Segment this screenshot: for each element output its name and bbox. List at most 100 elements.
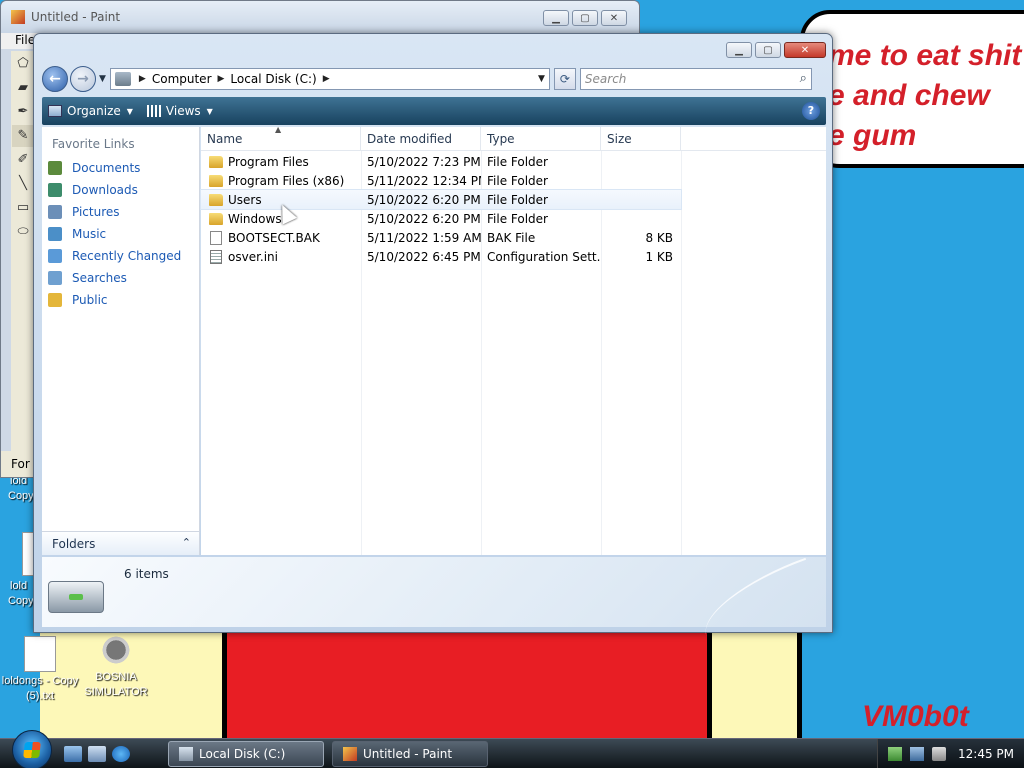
favorite-link[interactable]: Searches	[42, 267, 199, 289]
file-name-cell: BOOTSECT.BAK	[201, 230, 361, 245]
pencil-icon[interactable]: ✎	[12, 125, 34, 147]
search-box[interactable]: ⌕	[579, 68, 812, 90]
sort-ascending-icon: ▲	[275, 125, 282, 134]
file-name: BOOTSECT.BAK	[228, 230, 320, 245]
help-button[interactable]: ?	[802, 102, 820, 120]
favorite-link[interactable]: Recently Changed	[42, 245, 199, 267]
desktop-icon-fragment[interactable]: Copy	[8, 489, 34, 504]
views-button[interactable]: Views ▼	[146, 104, 213, 118]
file-name-cell: Program Files (x86)	[201, 174, 361, 188]
chevron-up-icon: ⌃	[181, 536, 191, 549]
favorite-link[interactable]: Downloads	[42, 179, 199, 201]
network-icon[interactable]	[888, 746, 902, 761]
file-row[interactable]: osver.ini 5/10/2022 6:45 PM Configuration …	[201, 247, 826, 266]
desktop-icon-bosnia-simulator[interactable]: BOSNIA SIMULATOR	[76, 632, 156, 700]
explorer-titlebar[interactable]: ▁ ▢ ✕	[34, 34, 832, 64]
file-name: Program Files (x86)	[228, 173, 345, 188]
taskbar-button[interactable]: Untitled - Paint	[332, 740, 488, 767]
file-row[interactable]: Program Files (x86) 5/11/2022 12:34 PM Fil…	[201, 171, 826, 190]
file-row[interactable]: Program Files 5/10/2022 7:23 PM File Folde…	[201, 152, 826, 171]
text-file-icon	[24, 636, 56, 672]
favorite-link[interactable]: Music	[42, 223, 199, 245]
favorite-folder-icon	[48, 227, 62, 241]
column-headers: ▲ Name Date modified Type Size	[201, 125, 826, 151]
breadcrumb-computer[interactable]: Computer	[152, 72, 212, 86]
file-name: Windows	[228, 211, 282, 226]
folders-toggle[interactable]: Folders ⌃	[42, 531, 199, 555]
wallpaper-signature: VM0b0t	[862, 700, 969, 733]
taskbar-button-label: Untitled - Paint	[363, 746, 453, 761]
ellipse-icon[interactable]: ⬭	[12, 221, 34, 243]
line-icon[interactable]: ╲	[12, 173, 34, 195]
minimize-button[interactable]: ▁	[543, 10, 569, 26]
explorer-window[interactable]: ▁ ▢ ✕ ← → ▼ ▶ Computer ▶ Local Disk (C:)…	[33, 33, 833, 637]
file-rows: Program Files 5/10/2022 7:23 PM File Folde…	[200, 151, 826, 266]
file-name: osver.ini	[228, 249, 278, 264]
desktop-icon-fragment[interactable]: Copy	[8, 594, 34, 609]
desktop-icon-loldongs[interactable]: loldongs - Copy (5).txt	[0, 636, 80, 704]
column-header-size[interactable]: Size	[601, 127, 681, 150]
favorite-links-header: Favorite Links	[52, 137, 135, 151]
folder-icon	[209, 212, 223, 225]
breadcrumb-separator-icon[interactable]: ▶	[139, 74, 146, 84]
show-desktop-icon[interactable]	[64, 745, 82, 762]
views-icon	[146, 105, 161, 117]
close-button[interactable]: ✕	[784, 42, 826, 58]
wallpaper-red-area	[222, 628, 712, 740]
clock[interactable]: 12:45 PM	[958, 747, 1014, 761]
maximize-button[interactable]: ▢	[755, 42, 781, 58]
favorite-link[interactable]: Pictures	[42, 201, 199, 223]
picker-icon[interactable]: ✒	[12, 101, 34, 123]
breadcrumb-local-disk[interactable]: Local Disk (C:)	[230, 72, 316, 86]
recent-pages-dropdown-icon[interactable]: ▼	[99, 74, 106, 84]
maximize-button[interactable]: ▢	[572, 10, 598, 26]
back-button[interactable]: ←	[42, 66, 68, 92]
search-icon[interactable]: ⌕	[800, 71, 807, 86]
paint-window-controls: ▁ ▢ ✕	[543, 10, 627, 26]
wallpaper-yellow-right	[712, 628, 802, 740]
favorite-folder-icon	[48, 205, 62, 219]
favorite-link[interactable]: Documents	[42, 157, 199, 179]
favorite-link[interactable]: Public	[42, 289, 199, 311]
close-button[interactable]: ✕	[601, 10, 627, 26]
column-header-type[interactable]: Type	[481, 127, 601, 150]
file-row[interactable]: BOOTSECT.BAK 5/11/2022 1:59 AM BAK File 8 K…	[201, 228, 826, 247]
breadcrumb-separator-icon[interactable]: ▶	[323, 74, 330, 84]
column-type-label: Type	[487, 132, 515, 146]
desktop-icon-fragment[interactable]: lold	[10, 579, 27, 594]
minimize-button[interactable]: ▁	[726, 42, 752, 58]
brush-icon[interactable]: ✐	[12, 149, 34, 171]
free-select-icon[interactable]: ⬠	[12, 53, 34, 75]
eraser-icon[interactable]: ▰	[12, 77, 34, 99]
file-row[interactable]: Users 5/10/2022 6:20 PM File Folder	[200, 189, 682, 210]
favorite-link-label: Searches	[72, 271, 127, 285]
column-size-label: Size	[607, 132, 632, 146]
favorite-link-label: Downloads	[72, 183, 138, 197]
file-icon	[210, 230, 222, 245]
folder-icon	[209, 155, 223, 168]
file-date: 5/10/2022 6:45 PM	[367, 249, 481, 264]
switch-windows-icon[interactable]	[88, 745, 106, 762]
breadcrumb-separator-icon[interactable]: ▶	[218, 74, 225, 84]
organize-button[interactable]: Organize ▼	[48, 104, 133, 118]
forward-button[interactable]: →	[70, 66, 96, 92]
volume-muted-icon[interactable]	[932, 746, 946, 761]
search-input[interactable]	[584, 72, 785, 86]
taskbar-button[interactable]: Local Disk (C:)	[168, 740, 324, 767]
file-date: 5/10/2022 6:20 PM	[367, 192, 481, 207]
address-dropdown-icon[interactable]: ▼	[538, 74, 545, 84]
favorite-links-list: Documents Downloads Pictures Music Recently …	[42, 157, 199, 311]
file-type: File Folder	[487, 154, 548, 169]
rectangle-icon[interactable]: ▭	[12, 197, 34, 219]
internet-explorer-icon[interactable]	[112, 745, 130, 762]
column-header-date[interactable]: Date modified	[361, 127, 481, 150]
paint-app-icon	[11, 10, 25, 24]
file-date: 5/11/2022 12:34 PM	[367, 173, 481, 188]
address-bar[interactable]: ▶ Computer ▶ Local Disk (C:) ▶ ▼	[109, 68, 550, 90]
file-type: File Folder	[487, 192, 548, 207]
refresh-button[interactable]: ⟳	[553, 68, 576, 90]
column-header-name[interactable]: ▲ Name	[201, 125, 361, 150]
connection-icon[interactable]	[910, 746, 924, 761]
file-name-cell: osver.ini	[201, 249, 361, 264]
start-button[interactable]	[12, 729, 52, 768]
